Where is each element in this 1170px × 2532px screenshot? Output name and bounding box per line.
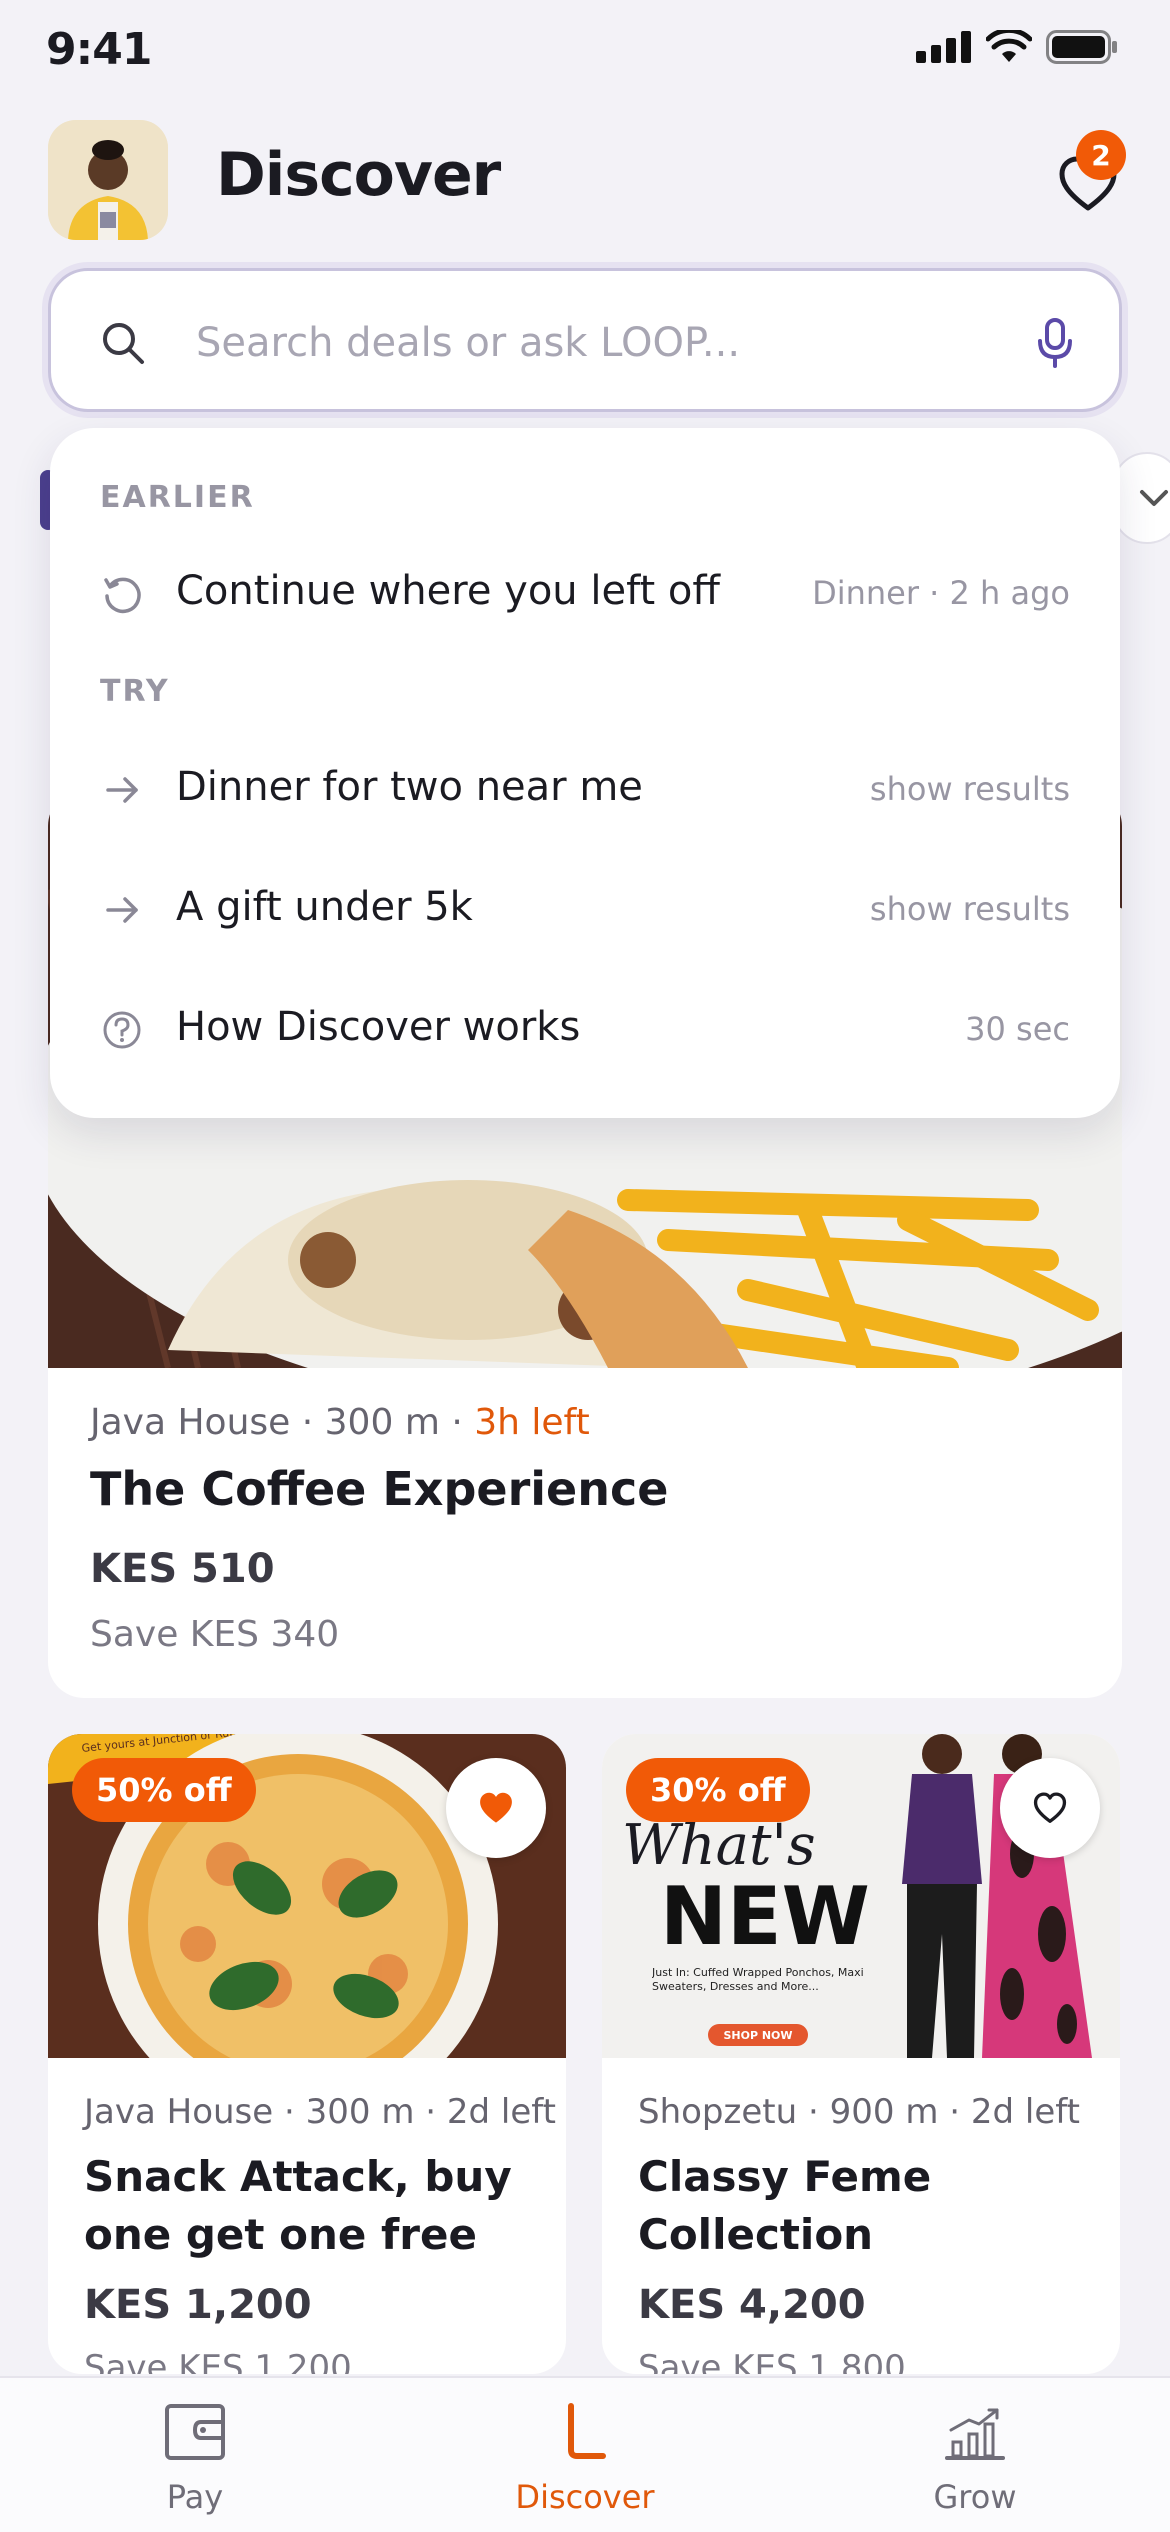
page-title: Discover: [216, 140, 501, 210]
deal-price: KES 4,200: [638, 2282, 866, 2328]
section-label-try: TRY: [100, 674, 170, 709]
wallet-icon: [165, 2404, 225, 2460]
suggestion-label: A gift under 5k: [176, 884, 473, 930]
svg-text:What's: What's: [622, 1813, 816, 1878]
merchant-name: Java House: [90, 1402, 291, 1443]
time-left: 3h left: [474, 1402, 590, 1443]
favorites-count-badge: 2: [1076, 130, 1126, 180]
status-bar: 9:41: [0, 0, 1170, 100]
tab-bar: Pay Discover Grow: [0, 2376, 1170, 2532]
favorite-toggle[interactable]: [446, 1758, 546, 1858]
cellular-signal-icon: [916, 31, 971, 63]
distance: 300 m: [305, 2092, 415, 2132]
merchant-name: Shopzetu: [638, 2092, 798, 2132]
favorite-toggle[interactable]: [1000, 1758, 1100, 1858]
deal-savings: Save KES 1,200: [84, 2348, 352, 2374]
heart-filled-icon: [480, 1792, 512, 1823]
suggestion-meta: show results: [869, 890, 1070, 928]
suggestion-label: Continue where you left off: [176, 568, 720, 614]
tab-label: Pay: [166, 2478, 224, 2516]
deal-card-snack-attack[interactable]: Get yours at Junction or Ruby Gigiri or …: [48, 1734, 566, 2374]
time-left: 2d left: [970, 2092, 1080, 2132]
deal-meta: Shopzetu · 900 m · 2d left: [638, 2092, 1080, 2132]
time-left: 2d left: [446, 2092, 556, 2132]
svg-text:NEW: NEW: [660, 1870, 870, 1963]
featured-deal-savings: Save KES 340: [90, 1614, 340, 1655]
suggestion-label: Dinner for two near me: [176, 764, 643, 810]
tab-pay[interactable]: Pay: [0, 2378, 390, 2532]
suggestion-dinner-for-two[interactable]: Dinner for two near me show results: [50, 748, 1120, 828]
discount-badge: 30% off: [626, 1758, 810, 1822]
deal-savings: Save KES 1,800: [638, 2348, 906, 2374]
deal-meta: Java House · 300 m · 2d left: [84, 2092, 556, 2132]
search-bar[interactable]: [48, 268, 1122, 412]
featured-deal-meta: Java House · 300 m · 3h left: [90, 1402, 590, 1443]
deal-title: Snack Attack, buy one get one free: [84, 2152, 512, 2259]
featured-deal-price: KES 510: [90, 1546, 275, 1592]
discount-badge: 50% off: [72, 1758, 256, 1822]
featured-deal-title: The Coffee Experience: [90, 1462, 669, 1516]
distance: 900 m: [829, 2092, 939, 2132]
suggestion-gift-under-5k[interactable]: A gift under 5k show results: [50, 868, 1120, 948]
suggestion-label: How Discover works: [176, 1004, 581, 1050]
battery-icon: [1046, 30, 1117, 64]
status-icons: [916, 30, 1118, 64]
tab-grow[interactable]: Grow: [780, 2378, 1170, 2532]
deal-card-classy-feme[interactable]: What's NEW Just In: Cuffed Wrapped Ponch…: [602, 1734, 1120, 2374]
history-icon: [104, 577, 141, 614]
growth-chart-icon: [945, 2408, 1005, 2460]
help-circle-icon: [103, 1011, 141, 1049]
search-input[interactable]: [196, 307, 996, 379]
merchant-name: Java House: [84, 2092, 274, 2132]
wifi-icon: [986, 30, 1032, 62]
distance: 300 m: [324, 1402, 440, 1443]
svg-text:SHOP NOW: SHOP NOW: [723, 2029, 792, 2042]
avatar[interactable]: [48, 120, 168, 240]
chevron-down-icon: [1140, 490, 1168, 506]
deal-title: Classy Feme Collection: [638, 2152, 932, 2259]
suggestion-meta: show results: [869, 770, 1070, 808]
tab-label: Grow: [933, 2478, 1017, 2516]
suggestion-meta: 30 sec: [965, 1010, 1070, 1048]
tab-discover[interactable]: Discover: [390, 2378, 780, 2532]
filter-dropdown-button[interactable]: [1112, 452, 1170, 544]
search-icon: [103, 323, 144, 364]
tab-label: Discover: [515, 2478, 655, 2516]
suggestion-meta: Dinner · 2 h ago: [812, 574, 1070, 612]
arrow-right-icon: [106, 897, 138, 923]
arrow-right-icon: [106, 777, 138, 803]
section-label-earlier: EARLIER: [100, 480, 255, 515]
suggestion-how-discover-works[interactable]: How Discover works 30 sec: [50, 988, 1120, 1068]
microphone-icon[interactable]: [1035, 317, 1075, 369]
deal-price: KES 1,200: [84, 2282, 312, 2328]
heart-outline-icon: [1033, 1792, 1067, 1823]
status-time: 9:41: [46, 24, 152, 75]
search-suggestions-dropdown: EARLIER Continue where you left off Dinn…: [50, 428, 1120, 1118]
suggestion-continue[interactable]: Continue where you left off Dinner · 2 h…: [50, 552, 1120, 632]
discover-icon: [568, 2403, 606, 2459]
profile-photo: [48, 120, 168, 240]
